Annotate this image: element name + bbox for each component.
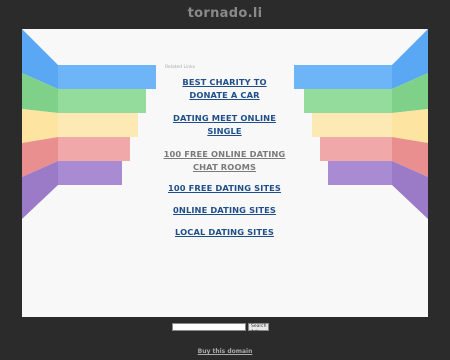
search-input[interactable]	[172, 323, 246, 331]
link-free-chat-rooms[interactable]: 100 FREE ONLINE DATING CHAT ROOMS	[162, 148, 287, 174]
buy-domain-link[interactable]: Buy this domain	[0, 348, 450, 355]
search-button[interactable]: Search Ads	[248, 323, 270, 335]
related-links-label: Related Links	[165, 65, 196, 70]
link-free-dating-sites[interactable]: 100 FREE DATING SITES	[162, 182, 287, 195]
link-online-dating-sites[interactable]: 0NLINE DATING SITES	[162, 204, 287, 217]
content-panel: Related Links BEST CHARITY TO DONATE A C…	[22, 29, 428, 317]
link-local-dating-sites[interactable]: LOCAL DATING SITES	[162, 226, 287, 239]
link-list: BEST CHARITY TO DONATE A CAR DATING MEET…	[162, 76, 287, 239]
link-charity-car[interactable]: BEST CHARITY TO DONATE A CAR	[162, 76, 287, 102]
link-dating-meet-single[interactable]: DATING MEET ONLINE SINGLE	[162, 112, 287, 138]
right-stripes	[294, 29, 428, 219]
left-stripes	[22, 29, 156, 219]
domain-title: tornado.li	[187, 6, 263, 21]
